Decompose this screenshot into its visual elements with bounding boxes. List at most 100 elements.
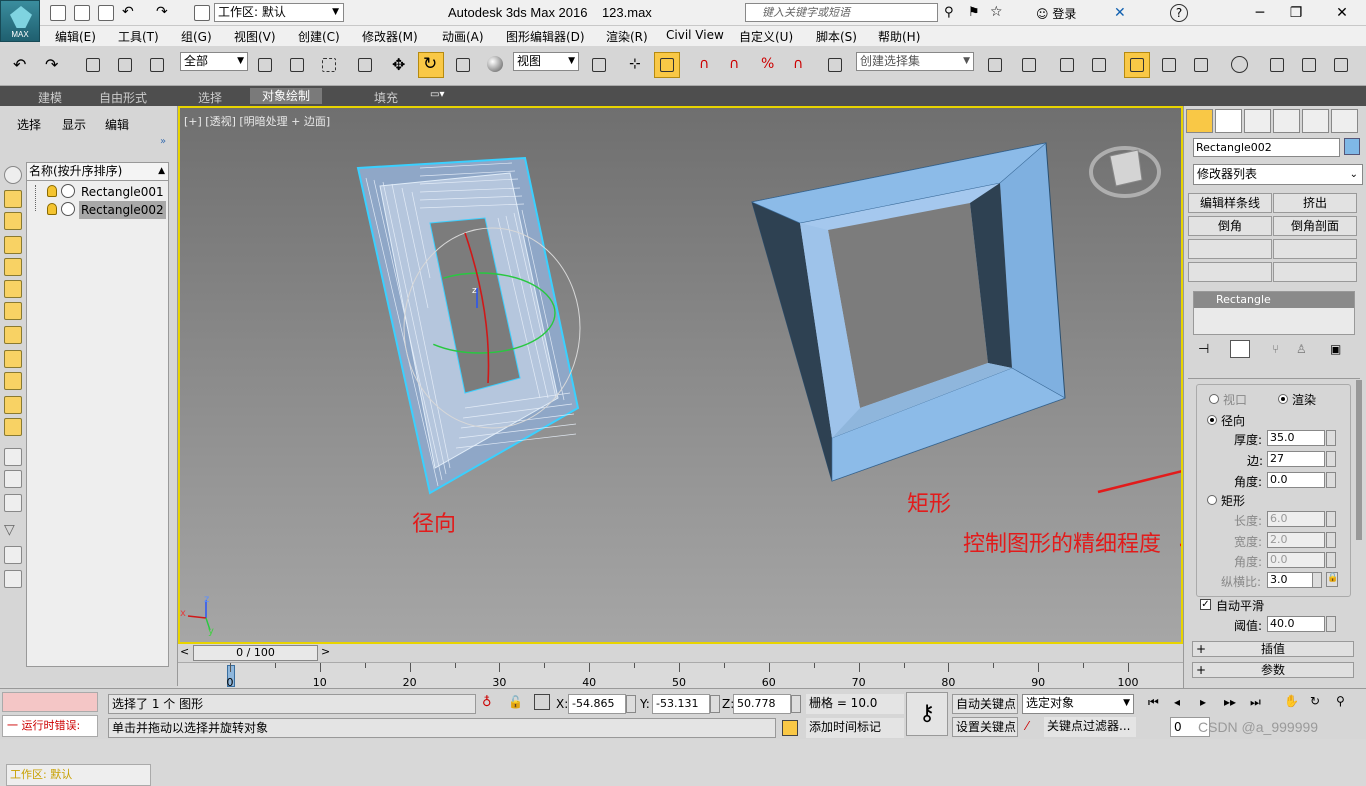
undo-icon[interactable]: ↶ [122,4,134,20]
edit-named-sel-button[interactable] [822,52,848,78]
time-tag-icon[interactable] [782,720,798,736]
named-selection-dropdown[interactable]: 创建选择集 ▼ [856,52,974,71]
light-bulb-icon[interactable] [47,185,57,197]
select-manipulate-button[interactable]: ⊹ [622,52,648,78]
display-xrefs-icon[interactable] [4,396,22,414]
pan-icon[interactable]: ✋ [1284,694,1299,708]
display-all-icon[interactable] [4,418,22,436]
layer-explorer-icon[interactable] [4,570,22,588]
bind-spacewarp-button[interactable] [144,52,170,78]
pin-stack-icon[interactable]: ⊣ [1198,342,1209,357]
display-none-icon[interactable] [4,166,22,184]
render-frame-button[interactable] [1296,52,1322,78]
display-helpers-icon[interactable] [4,280,22,298]
width-spinner[interactable]: 2.0 [1267,532,1325,548]
spinner-arrows[interactable] [1326,552,1336,568]
display-geometry-icon[interactable] [4,190,22,208]
move-button[interactable]: ✥ [386,52,412,78]
layer-manager-button[interactable] [1054,52,1080,78]
curve-editor-button[interactable] [1156,52,1182,78]
menu-edit[interactable]: 编辑(E) [55,28,96,45]
list-item[interactable]: Rectangle001 [79,183,166,201]
add-time-tag[interactable]: 添加时间标记 [806,718,904,738]
extrude-button[interactable]: 挤出 [1273,193,1357,213]
remove-modifier-icon[interactable]: ♙ [1296,342,1307,356]
display-spacewarps-icon[interactable] [4,302,22,320]
ribbon-toggle-button[interactable] [1124,52,1150,78]
hierarchy-tab-icon[interactable] [1244,109,1271,133]
empty-modifier-button[interactable] [1188,239,1272,259]
x-coord-field[interactable]: -54.865 [568,694,626,714]
select-invert-icon[interactable] [4,494,22,512]
align-button[interactable] [1016,52,1042,78]
edit-spline-button[interactable]: 编辑样条线 [1188,193,1272,213]
filter-icon[interactable]: ▽ [4,522,22,540]
percent-snap-toggle[interactable]: % [754,52,780,78]
create-tab-icon[interactable] [1186,109,1213,133]
pivot-button[interactable] [586,52,612,78]
threshold-spinner[interactable]: 40.0 [1267,616,1325,632]
angle-snap-toggle[interactable]: ∩ [722,52,748,78]
go-to-start-icon[interactable]: ⏮ [1148,695,1159,710]
length-spinner[interactable]: 6.0 [1267,511,1325,527]
empty-modifier-button[interactable] [1188,262,1272,282]
select-by-name-button[interactable] [284,52,310,78]
exchange-icon[interactable]: ✕ [1114,5,1126,21]
snaps-toggle[interactable]: ∩ [692,52,718,78]
search-input[interactable]: 键入关键字或短语 [745,3,938,22]
key-icon[interactable]: ⚷ [906,692,948,736]
object-color-swatch[interactable] [1344,138,1360,155]
link-button[interactable] [80,52,106,78]
column-header[interactable]: 名称(按升序排序) ▲ [27,163,168,181]
panel-scrollbar[interactable] [1356,380,1362,540]
freeze-icon[interactable] [61,184,75,198]
modify-tab-icon[interactable] [1215,109,1242,133]
star-icon[interactable]: ☆ [990,4,1003,20]
binoculars-icon[interactable]: ⚲ [944,5,954,20]
modifier-list-dropdown[interactable]: 修改器列表 ⌄ [1193,164,1363,185]
spinner-arrows[interactable] [791,695,801,713]
help-icon[interactable]: ? [1170,4,1188,22]
menu-tools[interactable]: 工具(T) [118,28,159,45]
track-bar[interactable]: 0 10 20 30 40 50 60 70 80 90 100 [178,662,1183,689]
display-containers-icon[interactable] [4,372,22,390]
key-filters-button[interactable]: 关键点过滤器... [1044,717,1136,737]
unlink-button[interactable] [112,52,138,78]
light-bulb-icon[interactable] [47,203,57,215]
isolate-icon[interactable]: ♁ [482,695,492,710]
interpolation-rollout[interactable]: + 插值 [1192,641,1354,657]
set-key-button[interactable]: 设置关键点 [952,717,1018,737]
mirror-button[interactable] [982,52,1008,78]
utilities-tab-icon[interactable] [1331,109,1358,133]
z-coord-field[interactable]: 50.778 [733,694,791,714]
menu-create[interactable]: 创建(C) [298,28,340,45]
selection-filter-dropdown[interactable]: 全部 ▼ [180,52,248,71]
scene-tab-select[interactable]: 选择 [17,116,41,133]
close-button[interactable]: ✕ [1330,3,1354,23]
menu-group[interactable]: 组(G) [181,28,212,45]
region-select-button[interactable] [316,52,342,78]
thickness-spinner[interactable]: 35.0 [1267,430,1325,446]
zoom-icon[interactable]: ⚲ [1336,694,1345,708]
expand-icon[interactable]: » [160,136,166,147]
maxscript-listener[interactable] [2,692,98,712]
stack-item[interactable]: Rectangle [1194,292,1354,308]
ribbon-tab-populate[interactable]: 填充 [374,89,398,106]
rotate-button[interactable]: ↻ [418,52,444,78]
key-mode-dropdown[interactable]: 选定对象 ▼ [1022,694,1134,714]
ribbon-tab-modeling[interactable]: 建模 [38,89,62,106]
ribbon-tab-freeform[interactable]: 自由形式 [99,89,147,106]
spinner-snap-toggle[interactable]: ∩ [786,52,812,78]
placement-button[interactable] [482,52,508,78]
display-shapes-icon[interactable] [4,212,22,230]
undo-button[interactable]: ↶ [8,52,34,78]
new-file-icon[interactable] [50,5,66,21]
menu-graph-editors[interactable]: 图形编辑器(D) [506,28,585,45]
object-name-field[interactable]: Rectangle002 [1193,138,1340,157]
save-file-icon[interactable] [98,5,114,21]
ribbon-options-icon[interactable]: ▭▾ [430,89,444,100]
display-cameras-icon[interactable] [4,258,22,276]
select-all-icon[interactable] [4,448,22,466]
bevel-button[interactable]: 倒角 [1188,216,1272,236]
render-radio[interactable] [1278,394,1288,404]
